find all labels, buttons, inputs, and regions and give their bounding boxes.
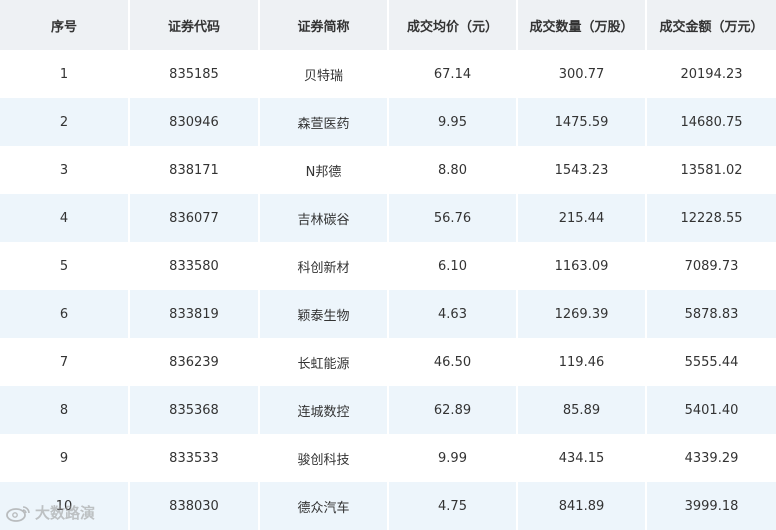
cell-name: 长虹能源 <box>260 338 389 386</box>
cell-amount: 3999.18 <box>647 482 776 530</box>
cell-name: 颖泰生物 <box>260 290 389 338</box>
cell-amount: 20194.23 <box>647 50 776 98</box>
cell-avg-price: 4.63 <box>389 290 518 338</box>
cell-rank: 10 <box>0 482 130 530</box>
header-amount: 成交金额（万元） <box>647 0 776 50</box>
cell-code: 835368 <box>130 386 260 434</box>
cell-rank: 8 <box>0 386 130 434</box>
header-avg-price: 成交均价（元） <box>389 0 518 50</box>
table-row: 8 835368 连城数控 62.89 85.89 5401.40 <box>0 386 776 434</box>
trading-table: 序号 证券代码 证券简称 成交均价（元） 成交数量（万股） 成交金额（万元） 1… <box>0 0 776 530</box>
cell-name: 贝特瑞 <box>260 50 389 98</box>
cell-code: 833533 <box>130 434 260 482</box>
cell-amount: 4339.29 <box>647 434 776 482</box>
cell-amount: 5555.44 <box>647 338 776 386</box>
cell-rank: 3 <box>0 146 130 194</box>
cell-name: 森萱医药 <box>260 98 389 146</box>
cell-code: 833819 <box>130 290 260 338</box>
cell-code: 830946 <box>130 98 260 146</box>
cell-amount: 5878.83 <box>647 290 776 338</box>
cell-avg-price: 6.10 <box>389 242 518 290</box>
cell-rank: 2 <box>0 98 130 146</box>
cell-rank: 6 <box>0 290 130 338</box>
cell-name: N邦德 <box>260 146 389 194</box>
cell-volume: 300.77 <box>518 50 647 98</box>
header-code: 证券代码 <box>130 0 260 50</box>
cell-code: 833580 <box>130 242 260 290</box>
cell-code: 836239 <box>130 338 260 386</box>
cell-code: 835185 <box>130 50 260 98</box>
table-row: 2 830946 森萱医药 9.95 1475.59 14680.75 <box>0 98 776 146</box>
table-row: 6 833819 颖泰生物 4.63 1269.39 5878.83 <box>0 290 776 338</box>
cell-amount: 5401.40 <box>647 386 776 434</box>
table-row: 4 836077 吉林碳谷 56.76 215.44 12228.55 <box>0 194 776 242</box>
cell-avg-price: 67.14 <box>389 50 518 98</box>
cell-avg-price: 8.80 <box>389 146 518 194</box>
cell-avg-price: 4.75 <box>389 482 518 530</box>
cell-rank: 9 <box>0 434 130 482</box>
cell-code: 838030 <box>130 482 260 530</box>
cell-avg-price: 46.50 <box>389 338 518 386</box>
table-row: 3 838171 N邦德 8.80 1543.23 13581.02 <box>0 146 776 194</box>
cell-avg-price: 56.76 <box>389 194 518 242</box>
table-row: 5 833580 科创新材 6.10 1163.09 7089.73 <box>0 242 776 290</box>
cell-rank: 4 <box>0 194 130 242</box>
cell-amount: 14680.75 <box>647 98 776 146</box>
header-name: 证券简称 <box>260 0 389 50</box>
cell-volume: 1269.39 <box>518 290 647 338</box>
table-row: 7 836239 长虹能源 46.50 119.46 5555.44 <box>0 338 776 386</box>
cell-volume: 119.46 <box>518 338 647 386</box>
cell-volume: 434.15 <box>518 434 647 482</box>
cell-code: 838171 <box>130 146 260 194</box>
cell-volume: 1163.09 <box>518 242 647 290</box>
cell-volume: 85.89 <box>518 386 647 434</box>
cell-volume: 1475.59 <box>518 98 647 146</box>
cell-amount: 13581.02 <box>647 146 776 194</box>
header-volume: 成交数量（万股） <box>518 0 647 50</box>
cell-rank: 7 <box>0 338 130 386</box>
cell-name: 吉林碳谷 <box>260 194 389 242</box>
cell-volume: 841.89 <box>518 482 647 530</box>
cell-name: 德众汽车 <box>260 482 389 530</box>
cell-avg-price: 9.99 <box>389 434 518 482</box>
cell-code: 836077 <box>130 194 260 242</box>
cell-avg-price: 62.89 <box>389 386 518 434</box>
table-row: 1 835185 贝特瑞 67.14 300.77 20194.23 <box>0 50 776 98</box>
cell-name: 连城数控 <box>260 386 389 434</box>
cell-name: 科创新材 <box>260 242 389 290</box>
cell-amount: 7089.73 <box>647 242 776 290</box>
cell-rank: 5 <box>0 242 130 290</box>
table-row: 10 838030 德众汽车 4.75 841.89 3999.18 <box>0 482 776 530</box>
cell-avg-price: 9.95 <box>389 98 518 146</box>
table-row: 9 833533 骏创科技 9.99 434.15 4339.29 <box>0 434 776 482</box>
cell-volume: 1543.23 <box>518 146 647 194</box>
cell-rank: 1 <box>0 50 130 98</box>
cell-volume: 215.44 <box>518 194 647 242</box>
cell-name: 骏创科技 <box>260 434 389 482</box>
header-rank: 序号 <box>0 0 130 50</box>
cell-amount: 12228.55 <box>647 194 776 242</box>
header-row: 序号 证券代码 证券简称 成交均价（元） 成交数量（万股） 成交金额（万元） <box>0 0 776 50</box>
